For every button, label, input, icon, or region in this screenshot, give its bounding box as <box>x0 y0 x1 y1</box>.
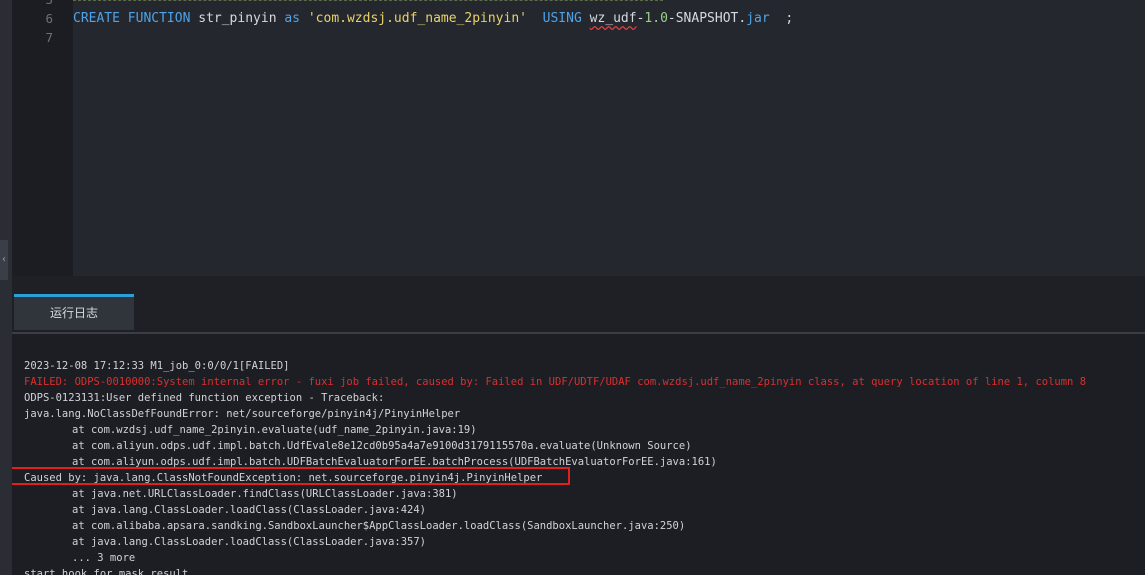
log-line: at com.aliyun.odps.udf.impl.batch.UdfEva… <box>72 440 692 452</box>
statement-terminator: ; <box>785 11 794 26</box>
log-line: at java.lang.ClassLoader.loadClass(Class… <box>72 536 427 548</box>
log-tab-bar: 运行日志 <box>12 294 1145 334</box>
collapse-chevron-icon[interactable]: ‹ <box>0 240 8 280</box>
line-number-gutter: 5 6 7 <box>12 0 73 276</box>
left-rail: ‹ <box>0 0 12 575</box>
keyword-as: as <box>284 11 301 26</box>
log-line: ... 3 more <box>72 552 136 564</box>
jar-version: 1.0 <box>644 11 668 26</box>
line-number: 6 <box>45 11 53 26</box>
log-line: at java.lang.ClassLoader.loadClass(Class… <box>72 504 427 516</box>
line-number: 5 <box>12 0 53 9</box>
log-line: at com.wzdsj.udf_name_2pinyin.evaluate(u… <box>72 424 477 436</box>
highlight-annotation-box <box>12 467 570 485</box>
class-string: 'com.wzdsj.udf_name_2pinyin' <box>307 11 527 26</box>
jar-name: wz_udf <box>589 11 637 26</box>
log-line: ODPS-0123131:User defined function excep… <box>24 392 385 404</box>
log-line: 2023-12-08 17:12:33 M1_job_0:0/0/1[FAILE… <box>24 360 290 372</box>
code-line-6: CREATE FUNCTION str_pinyin as 'com.wzdsj… <box>73 10 793 28</box>
panel-splitter[interactable] <box>12 276 1145 294</box>
run-log-output: 2023-12-08 17:12:33 M1_job_0:0/0/1[FAILE… <box>12 334 1145 575</box>
keyword-using: USING <box>542 11 582 26</box>
code-area[interactable]: CREATE FUNCTION str_pinyin as 'com.wzdsj… <box>73 0 1145 276</box>
sql-editor[interactable]: 5 6 7 CREATE FUNCTION str_pinyin as 'com… <box>12 0 1145 276</box>
log-line: at com.alibaba.apsara.sandking.SandboxLa… <box>72 520 686 532</box>
log-line-error: FAILED: ODPS-0010000:System internal err… <box>24 376 1087 388</box>
partial-line-5 <box>73 0 663 1</box>
function-name: str_pinyin <box>198 11 277 26</box>
log-line: at java.net.URLClassLoader.findClass(URL… <box>72 488 458 500</box>
keyword-create: CREATE <box>73 11 120 26</box>
log-line: start hook for mask result <box>24 568 189 575</box>
keyword-function: FUNCTION <box>127 11 191 26</box>
line-number: 7 <box>45 30 53 45</box>
log-line: java.lang.NoClassDefFoundError: net/sour… <box>24 408 461 420</box>
tab-run-log[interactable]: 运行日志 <box>14 294 134 330</box>
jar-snapshot: -SNAPSHOT. <box>667 11 747 26</box>
jar-extension: jar <box>746 11 770 26</box>
